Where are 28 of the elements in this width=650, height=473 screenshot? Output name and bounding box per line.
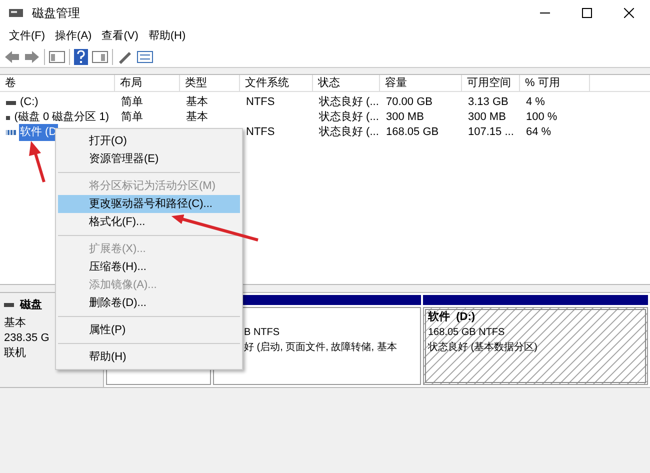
menu-item[interactable]: 更改驱动器号和路径(C)... bbox=[58, 195, 240, 213]
window-title: 磁盘管理 bbox=[32, 5, 80, 22]
column-header[interactable]: 容量 bbox=[380, 75, 462, 91]
menu-item[interactable]: 文件(F) bbox=[4, 28, 50, 44]
menu-item[interactable]: 压缩卷(H)... bbox=[58, 258, 240, 276]
menu-item[interactable]: 打开(O) bbox=[58, 132, 240, 150]
partition-info: B NTFS bbox=[244, 326, 280, 340]
column-header[interactable]: 文件系统 bbox=[240, 75, 313, 91]
partition-block[interactable]: 软件 (D:) 168.05 GB NTFS 状态良好 (基本数据分区) bbox=[423, 307, 648, 385]
column-header[interactable]: 卷 bbox=[0, 75, 115, 91]
column-header[interactable]: 类型 bbox=[180, 75, 240, 91]
column-header[interactable]: 状态 bbox=[313, 75, 380, 91]
menu-item[interactable]: 资源管理器(E) bbox=[58, 150, 240, 168]
disk-info: 238.35 G bbox=[4, 330, 50, 346]
menu-item[interactable]: 格式化(F)... bbox=[58, 213, 240, 231]
menu-item[interactable]: 操作(A) bbox=[50, 28, 97, 44]
disk-info: 基本 bbox=[4, 316, 26, 330]
disk-label: 磁盘 bbox=[20, 298, 42, 313]
partition-info: 好 (启动, 页面文件, 故障转储, 基本 bbox=[244, 340, 397, 355]
menu-item[interactable]: 查看(V) bbox=[96, 28, 144, 44]
column-header[interactable]: 布局 bbox=[115, 75, 180, 91]
menu-item[interactable]: 帮助(H) bbox=[143, 28, 191, 44]
column-header[interactable]: % 可用 bbox=[520, 75, 590, 91]
column-header[interactable]: 可用空间 bbox=[462, 75, 520, 91]
partition-info: 状态良好 (基本数据分区) bbox=[428, 340, 538, 355]
disk-info: 联机 bbox=[4, 346, 26, 360]
partition-info: 168.05 GB NTFS bbox=[428, 326, 505, 340]
partition-name: 软件 (D:) bbox=[428, 310, 476, 325]
